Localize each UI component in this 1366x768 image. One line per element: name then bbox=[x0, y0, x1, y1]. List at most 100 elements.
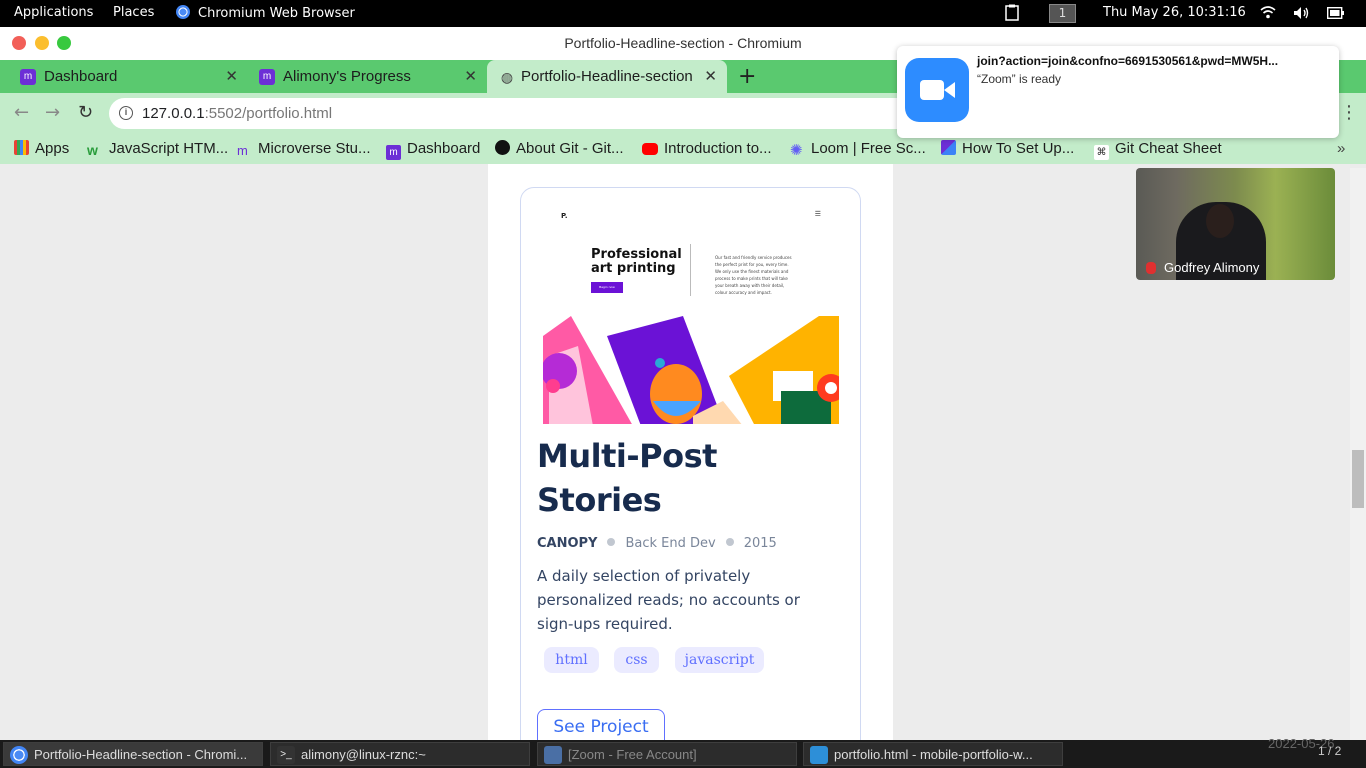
see-project-button[interactable]: See Project bbox=[537, 709, 665, 740]
bookmark-dashboard[interactable]: m Dashboard bbox=[386, 140, 480, 160]
taskbar-item-zoom[interactable]: [Zoom - Free Account] bbox=[537, 742, 797, 766]
tag-css: css bbox=[614, 647, 659, 673]
active-app-menu[interactable]: Chromium Web Browser bbox=[176, 5, 355, 21]
reload-button[interactable]: ↻ bbox=[78, 102, 93, 123]
menu-kebab-icon[interactable]: ⋮ bbox=[1340, 102, 1358, 123]
url-host: 127.0.0.1 bbox=[142, 105, 205, 122]
tab-label: Alimony's Progress bbox=[283, 68, 411, 85]
project-title: Multi-Post Stories bbox=[537, 434, 837, 522]
tab-alimonys-progress[interactable]: m Alimony's Progress ✕ bbox=[239, 60, 487, 93]
taskbar-label: [Zoom - Free Account] bbox=[568, 747, 697, 762]
project-card: P. ☰ Professional art printing Begin now … bbox=[520, 187, 861, 740]
back-button[interactable]: ← bbox=[14, 102, 29, 123]
taskbar-label: Portfolio-Headline-section - Chromi... bbox=[34, 747, 248, 762]
terminal-icon: >_ bbox=[277, 746, 295, 764]
url-text[interactable]: 127.0.0.1:5502/portfolio.html bbox=[142, 105, 332, 122]
taskbar-label: portfolio.html - mobile-portfolio-w... bbox=[834, 747, 1033, 762]
bookmark-apps[interactable]: Apps bbox=[14, 140, 69, 157]
bookmark-label: JavaScript HTM... bbox=[109, 140, 229, 157]
youtube-icon bbox=[642, 143, 658, 155]
microverse-icon: m bbox=[20, 69, 36, 85]
project-title-line: Multi-Post bbox=[537, 437, 717, 475]
tab-dashboard[interactable]: m Dashboard ✕ bbox=[0, 60, 248, 93]
w3schools-icon: w bbox=[87, 142, 98, 158]
clock[interactable]: Thu May 26, 10:31:16 bbox=[1103, 5, 1246, 20]
chromium-icon bbox=[10, 746, 28, 764]
tag-html: html bbox=[544, 647, 599, 673]
separator-dot bbox=[607, 538, 616, 546]
workspace-pager[interactable]: 1 / 2 bbox=[1318, 744, 1341, 758]
separator-dot bbox=[725, 538, 734, 546]
microverse-icon: m bbox=[259, 69, 275, 85]
taskbar-item-vscode[interactable]: portfolio.html - mobile-portfolio-w... bbox=[803, 742, 1063, 766]
portfolio-page: P. ☰ Professional art printing Begin now … bbox=[488, 164, 893, 740]
chromium-icon bbox=[176, 5, 190, 19]
forward-button[interactable]: → bbox=[45, 102, 60, 123]
github-icon bbox=[495, 140, 510, 155]
wifi-icon[interactable] bbox=[1260, 6, 1276, 23]
active-app-label: Chromium Web Browser bbox=[198, 6, 355, 21]
bookmark-git-cheat-sheet[interactable]: ⌘ Git Cheat Sheet bbox=[1094, 140, 1222, 160]
bookmark-label: Introduction to... bbox=[664, 140, 772, 157]
project-year: 2015 bbox=[743, 536, 777, 551]
bookmark-introduction[interactable]: Introduction to... bbox=[642, 140, 772, 157]
new-tab-button[interactable]: + bbox=[738, 64, 756, 89]
muted-mic-icon bbox=[1146, 262, 1156, 274]
project-title-line: Stories bbox=[537, 481, 662, 519]
thumb-heading-line: Professional bbox=[591, 247, 682, 262]
apps-grid-icon bbox=[14, 140, 29, 155]
project-description: A daily selection of privately personali… bbox=[537, 567, 800, 633]
taskbar-item-terminal[interactable]: >_ alimony@linux-rznc:~ bbox=[270, 742, 530, 766]
taskbar-label: alimony@linux-rznc:~ bbox=[301, 747, 426, 762]
applications-menu[interactable]: Applications bbox=[14, 5, 93, 20]
system-top-bar: Applications Places Chromium Web Browser… bbox=[0, 0, 1366, 27]
tab-label: Portfolio-Headline-section bbox=[521, 68, 693, 85]
bookmark-label: Loom | Free Sc... bbox=[811, 140, 926, 157]
bookmark-loom[interactable]: ✺ Loom | Free Sc... bbox=[790, 140, 926, 159]
project-client: CANOPY bbox=[537, 536, 598, 551]
volume-icon[interactable] bbox=[1293, 6, 1311, 24]
notification-title: join?action=join&confno=6691530561&pwd=M… bbox=[977, 54, 1279, 68]
zoom-notification[interactable]: join?action=join&confno=6691530561&pwd=M… bbox=[897, 46, 1339, 138]
bookmark-label: How To Set Up... bbox=[962, 140, 1075, 157]
thumb-heading: Professional art printing bbox=[591, 248, 682, 276]
loom-icon: ✺ bbox=[790, 142, 803, 159]
clipboard-icon[interactable] bbox=[1005, 4, 1019, 25]
scrollbar-thumb[interactable] bbox=[1352, 450, 1364, 508]
thumb-button: Begin now bbox=[591, 282, 623, 293]
close-tab-icon[interactable]: ✕ bbox=[464, 67, 477, 85]
page-icon bbox=[941, 140, 956, 155]
globe-icon: ◍ bbox=[500, 69, 514, 85]
zoom-icon bbox=[905, 58, 969, 122]
bookmark-microverse[interactable]: m Microverse Stu... bbox=[237, 140, 371, 158]
url-path: :5502/portfolio.html bbox=[204, 105, 333, 122]
bookmark-label: Microverse Stu... bbox=[258, 140, 371, 157]
zoom-icon bbox=[544, 746, 562, 764]
thumb-heading-line: art printing bbox=[591, 261, 676, 276]
close-tab-icon[interactable]: ✕ bbox=[225, 67, 238, 85]
battery-icon[interactable] bbox=[1326, 6, 1345, 23]
bookmark-label: Dashboard bbox=[407, 140, 481, 157]
tab-portfolio-headline[interactable]: ◍ Portfolio-Headline-section ✕ bbox=[487, 60, 727, 93]
bookmark-about-git[interactable]: About Git - Git... bbox=[495, 140, 624, 157]
bookmark-label: About Git - Git... bbox=[516, 140, 624, 157]
microverse-icon: m bbox=[237, 143, 248, 158]
participant-name: Godfrey Alimony bbox=[1164, 260, 1260, 275]
thumb-description: Our fast and friendly service produces t… bbox=[715, 255, 792, 295]
close-tab-icon[interactable]: ✕ bbox=[704, 67, 717, 85]
zoom-video-tile[interactable]: Godfrey Alimony bbox=[1136, 168, 1335, 280]
bookmark-label: Git Cheat Sheet bbox=[1115, 140, 1222, 157]
more-bookmarks-icon[interactable]: » bbox=[1337, 140, 1345, 157]
bookmark-how-to-set-up[interactable]: How To Set Up... bbox=[941, 140, 1074, 157]
places-menu[interactable]: Places bbox=[113, 5, 154, 20]
page-scrollbar[interactable] bbox=[1350, 168, 1366, 740]
site-info-icon[interactable]: i bbox=[119, 106, 133, 120]
workspace-indicator[interactable]: 1 bbox=[1049, 4, 1076, 23]
microverse-icon: m bbox=[386, 145, 401, 160]
command-icon: ⌘ bbox=[1094, 145, 1109, 160]
bookmarks-bar: Apps w JavaScript HTM... m Microverse Stu.… bbox=[0, 134, 1366, 164]
bookmark-javascript[interactable]: w JavaScript HTM... bbox=[87, 140, 229, 158]
project-screenshot: P. ☰ Professional art printing Begin now … bbox=[543, 204, 839, 424]
taskbar-item-chromium[interactable]: Portfolio-Headline-section - Chromi... bbox=[3, 742, 263, 766]
system-taskbar: Portfolio-Headline-section - Chromi... >… bbox=[0, 736, 1366, 768]
